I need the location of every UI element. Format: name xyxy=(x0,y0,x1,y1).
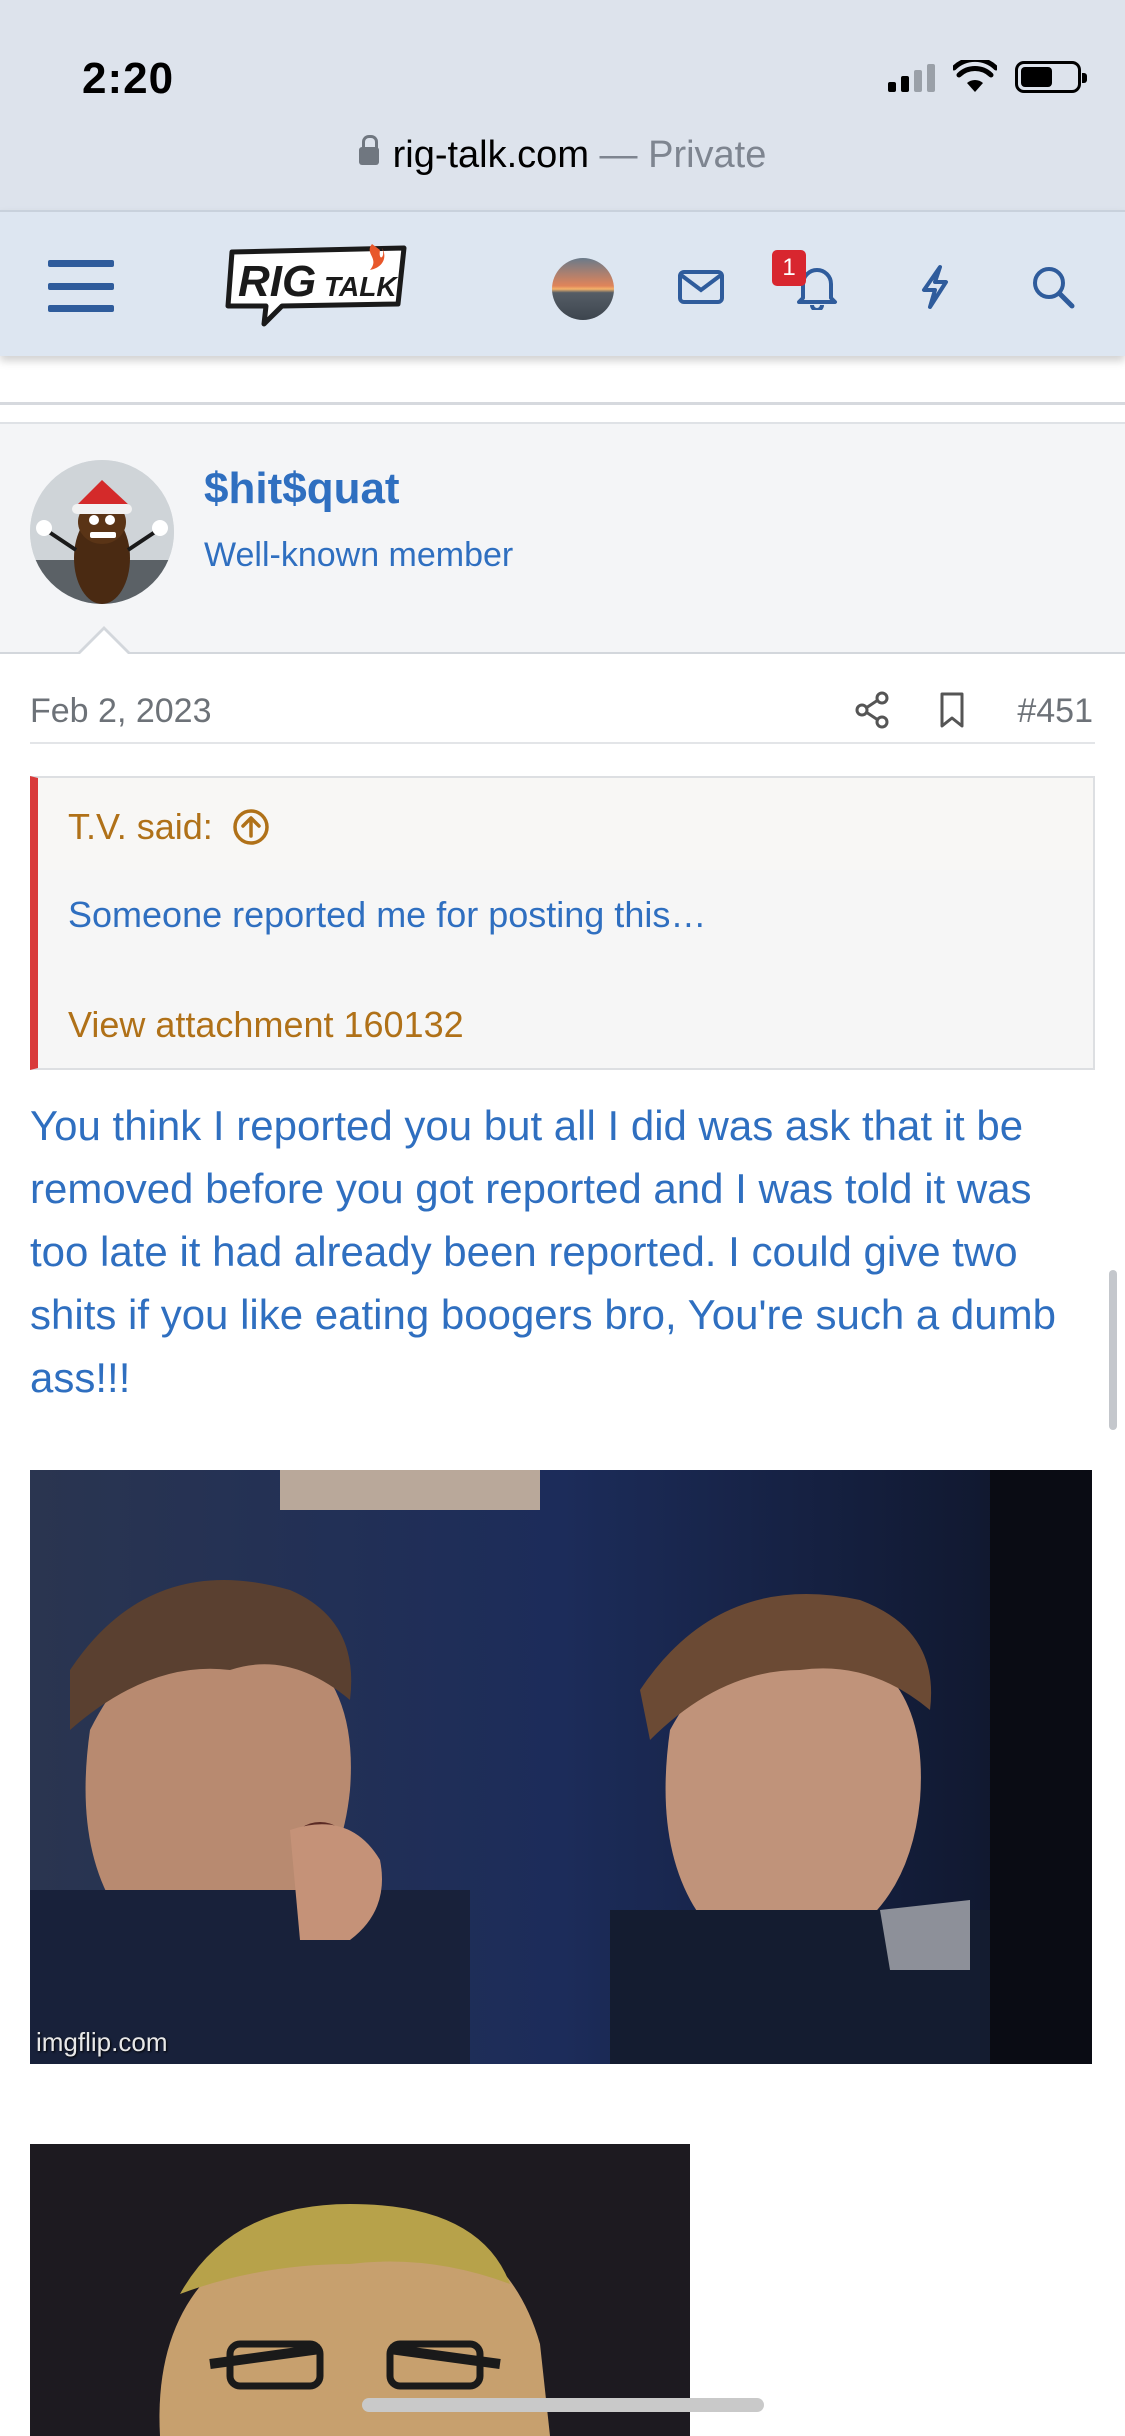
author-title: Well-known member xyxy=(204,536,514,574)
logo-graphic: RIG TALK xyxy=(225,244,407,327)
post-date[interactable]: Feb 2, 2023 xyxy=(30,692,211,731)
url-separator: — xyxy=(588,134,649,176)
gif-illustration xyxy=(30,1470,1092,2064)
divider xyxy=(0,402,1125,405)
post-author-block: $hit$quat Well-known member xyxy=(0,422,1125,656)
post-number[interactable]: #451 xyxy=(1017,692,1093,731)
image-watermark: imgflip.com xyxy=(36,2027,168,2057)
browser-chrome: 2:20 rig-talk.com — Private xyxy=(0,0,1125,210)
battery-icon xyxy=(1015,61,1087,93)
lightning-icon[interactable] xyxy=(904,256,966,318)
user-avatar[interactable] xyxy=(552,258,614,320)
quote-text: Someone reported me for posting this… xyxy=(68,894,707,935)
bookmark-icon[interactable] xyxy=(930,688,974,732)
site-logo[interactable]: RIG TALK xyxy=(222,240,412,332)
post-image-gif[interactable]: imgflip.com xyxy=(30,1470,1092,2064)
scrollbar[interactable] xyxy=(1109,1270,1117,1430)
notification-badge: 1 xyxy=(772,250,806,286)
menu-icon[interactable] xyxy=(48,260,114,312)
inbox-icon[interactable] xyxy=(670,256,732,318)
view-attachment-link[interactable]: View attachment 160132 xyxy=(68,1004,464,1046)
author-pointer xyxy=(78,630,130,656)
post-image-2[interactable] xyxy=(30,2144,690,2436)
post-meta-row: Feb 2, 2023 #451 xyxy=(30,688,1095,744)
url-domain: rig-talk.com xyxy=(392,134,589,176)
site-header: RIG TALK 1 xyxy=(0,210,1125,356)
share-icon[interactable] xyxy=(850,688,894,732)
search-icon[interactable] xyxy=(1022,256,1084,318)
address-bar[interactable]: rig-talk.com — Private xyxy=(0,134,1125,177)
quote-author-label: T.V. said: xyxy=(68,806,213,847)
status-time: 2:20 xyxy=(82,54,175,103)
status-icons xyxy=(888,60,1087,94)
post-body-text: You think I reported you but all I did w… xyxy=(30,1102,1056,1401)
second-gif-illustration xyxy=(30,2144,690,2436)
quote-author[interactable]: T.V. said: xyxy=(68,806,271,848)
private-label: Private xyxy=(648,134,767,176)
home-indicator[interactable] xyxy=(362,2398,764,2412)
author-avatar[interactable] xyxy=(30,460,174,604)
author-name[interactable]: $hit$quat xyxy=(204,464,400,514)
lock-icon xyxy=(358,135,379,165)
logo-sub-text: TALK xyxy=(324,271,398,302)
jump-to-quote-icon[interactable] xyxy=(231,807,271,847)
wifi-icon xyxy=(953,60,997,92)
cellular-signal-icon xyxy=(888,62,935,92)
logo-main-text: RIG xyxy=(238,257,316,306)
quote-block: T.V. said: Someone reported me for posti… xyxy=(30,776,1095,1070)
